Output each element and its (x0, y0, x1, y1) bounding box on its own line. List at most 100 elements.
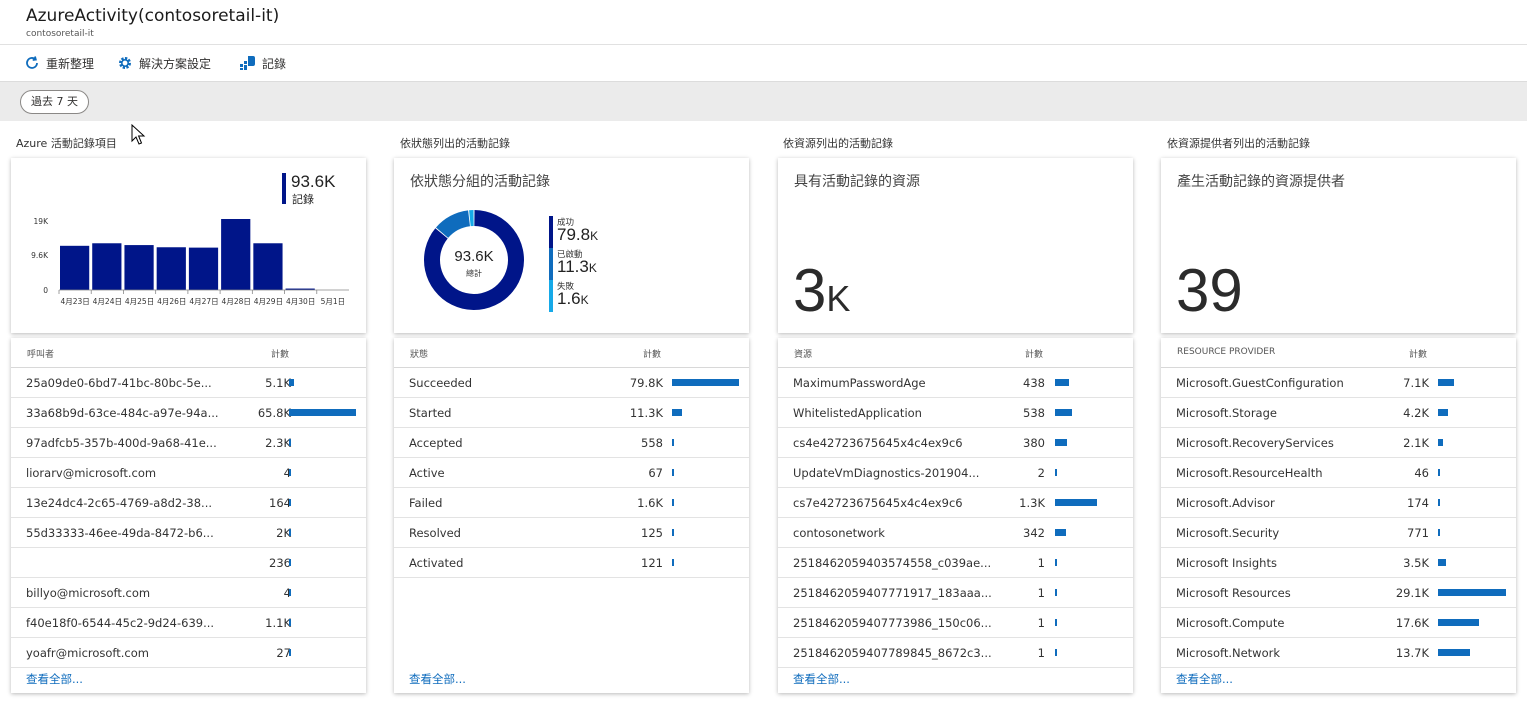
providers-tile-heading: 產生活動記錄的資源提供者 (1177, 174, 1345, 190)
status-tile[interactable]: 依狀態分組的活動記錄 93.6K 總計 成功 79.8K 已啟動 11.3K 失… (394, 158, 749, 333)
row-count-bar (1438, 409, 1448, 416)
bar (221, 219, 251, 290)
row-count: 5.1K (265, 376, 291, 390)
table-row[interactable]: Microsoft.Compute 17.6K (1161, 608, 1516, 638)
column-header-name[interactable]: 資源 (794, 347, 812, 360)
column-header-count[interactable]: 計數 (643, 347, 661, 360)
row-count: 4 (283, 466, 291, 480)
column-header-count[interactable]: 計數 (1409, 347, 1427, 360)
row-count-bar (1055, 499, 1097, 506)
table-row[interactable]: Accepted 558 (394, 428, 749, 458)
row-name: Failed (409, 496, 443, 510)
table-row[interactable]: MaximumPasswordAge 438 (778, 368, 1133, 398)
row-name: Microsoft.Advisor (1176, 496, 1275, 510)
row-name: Microsoft Insights (1176, 556, 1277, 570)
row-name: contosonetwork (793, 526, 885, 540)
row-count: 164 (269, 496, 291, 510)
column-header-name[interactable]: 狀態 (410, 347, 428, 360)
table-row[interactable]: Microsoft Resources 29.1K (1161, 578, 1516, 608)
column-header-name[interactable]: 呼叫者 (27, 347, 54, 360)
table-row[interactable]: 236 (11, 548, 366, 578)
row-name: Activated (409, 556, 464, 570)
table-row[interactable]: 2518462059407789845_8672c3... 1 (778, 638, 1133, 668)
row-count: 1.1K (265, 616, 291, 630)
logs-label: 記錄 (262, 56, 287, 71)
row-count: 27 (276, 646, 291, 660)
y-tick-label: 0 (43, 286, 48, 295)
table-row[interactable]: 2518462059407773986_150c06... 1 (778, 608, 1133, 638)
row-count: 4 (283, 586, 291, 600)
row-count: 1.3K (1019, 496, 1045, 510)
row-count: 1 (1037, 616, 1045, 630)
logs-button[interactable]: 記錄 (239, 54, 286, 72)
row-count-bar (289, 469, 291, 476)
table-row[interactable]: UpdateVmDiagnostics-201904... 2 (778, 458, 1133, 488)
table-row[interactable]: WhitelistedApplication 538 (778, 398, 1133, 428)
row-count: 1.6K (637, 496, 663, 510)
row-count: 380 (1023, 436, 1045, 450)
row-name: 33a68b9d-63ce-484c-a97e-94a... (26, 406, 219, 420)
see-all-link[interactable]: 查看全部... (26, 671, 83, 687)
table-row[interactable]: Microsoft.Advisor 174 (1161, 488, 1516, 518)
row-count: 3.5K (1403, 556, 1429, 570)
row-count-bar (289, 529, 291, 536)
table-row[interactable]: f40e18f0-6544-45c2-9d24-639... 1.1K (11, 608, 366, 638)
table-row[interactable]: 55d33333-46ee-49da-8472-b6... 2K (11, 518, 366, 548)
resources-tile[interactable]: 具有活動記錄的資源 3K (778, 158, 1133, 333)
column-header-count[interactable]: 計數 (271, 347, 289, 360)
row-count-bar (672, 439, 674, 446)
table-row[interactable]: 2518462059403574558_c039ae... 1 (778, 548, 1133, 578)
time-range-pill[interactable]: 過去 7 天 (20, 90, 89, 114)
legend-value: 1.6K (557, 289, 589, 308)
table-row[interactable]: Microsoft.Security 771 (1161, 518, 1516, 548)
table-row[interactable]: 97adfcb5-357b-400d-9a68-41e... 2.3K (11, 428, 366, 458)
table-row[interactable]: Microsoft.Storage 4.2K (1161, 398, 1516, 428)
table-row[interactable]: cs7e42723675645x4c4ex9c6 1.3K (778, 488, 1133, 518)
table-row[interactable]: Microsoft.ResourceHealth 46 (1161, 458, 1516, 488)
table-row[interactable]: yoafr@microsoft.com 27 (11, 638, 366, 668)
table-row[interactable]: contosonetwork 342 (778, 518, 1133, 548)
table-row[interactable]: Microsoft Insights 3.5K (1161, 548, 1516, 578)
table-row[interactable]: Microsoft.Network 13.7K (1161, 638, 1516, 668)
table-row[interactable]: Started 11.3K (394, 398, 749, 428)
legend-swatch (549, 216, 553, 248)
x-tick-label: 4月27日 (189, 297, 218, 306)
table-row[interactable]: Resolved 125 (394, 518, 749, 548)
table-row[interactable]: Succeeded 79.8K (394, 368, 749, 398)
blade-header: AzureActivity(contosoretail-it) contosor… (0, 0, 1527, 45)
activity-entries-tile[interactable]: 93.6K 記錄 0 9.6K 19K 4月23日 4月24日 4月25日 4月26日 4月2… (11, 158, 366, 333)
row-count: 121 (641, 556, 663, 570)
column-header-count[interactable]: 計數 (1025, 347, 1043, 360)
see-all-link[interactable]: 查看全部... (793, 671, 850, 687)
see-all-link[interactable]: 查看全部... (409, 671, 466, 687)
row-count-bar (672, 499, 674, 506)
column-header-name[interactable]: RESOURCE PROVIDER (1177, 347, 1275, 357)
table-row[interactable]: Failed 1.6K (394, 488, 749, 518)
table-row[interactable]: Active 67 (394, 458, 749, 488)
table-row[interactable]: 2518462059407771917_183aaa... 1 (778, 578, 1133, 608)
section-title-by-resource: 依資源列出的活動記錄 (783, 137, 893, 150)
row-count: 771 (1407, 526, 1429, 540)
row-count: 4.2K (1403, 406, 1429, 420)
table-row[interactable]: Microsoft.RecoveryServices 2.1K (1161, 428, 1516, 458)
x-tick-label: 5月1日 (321, 297, 346, 306)
table-row[interactable]: cs4e42723675645x4c4ex9c6 380 (778, 428, 1133, 458)
row-name: 13e24dc4-2c65-4769-a8d2-38... (26, 496, 212, 510)
see-all-link[interactable]: 查看全部... (1176, 671, 1233, 687)
table-row[interactable]: Microsoft.GuestConfiguration 7.1K (1161, 368, 1516, 398)
table-row[interactable]: Activated 121 (394, 548, 749, 578)
solution-settings-button[interactable]: 解決方案設定 (117, 54, 211, 72)
table-row[interactable]: liorarv@microsoft.com 4 (11, 458, 366, 488)
row-count-bar (1438, 379, 1454, 386)
refresh-button[interactable]: 重新整理 (24, 54, 94, 72)
table-row[interactable]: 33a68b9d-63ce-484c-a97e-94a... 65.8K (11, 398, 366, 428)
row-count-bar (1055, 559, 1057, 566)
table-row[interactable]: 13e24dc4-2c65-4769-a8d2-38... 164 (11, 488, 366, 518)
row-count: 538 (1023, 406, 1045, 420)
table-row[interactable]: billyo@microsoft.com 4 (11, 578, 366, 608)
row-count: 1 (1037, 586, 1045, 600)
providers-tile[interactable]: 產生活動記錄的資源提供者 39 (1161, 158, 1516, 333)
row-name: liorarv@microsoft.com (26, 466, 157, 480)
table-row[interactable]: 25a09de0-6bd7-41bc-80bc-5e... 5.1K (11, 368, 366, 398)
bar (156, 247, 186, 290)
